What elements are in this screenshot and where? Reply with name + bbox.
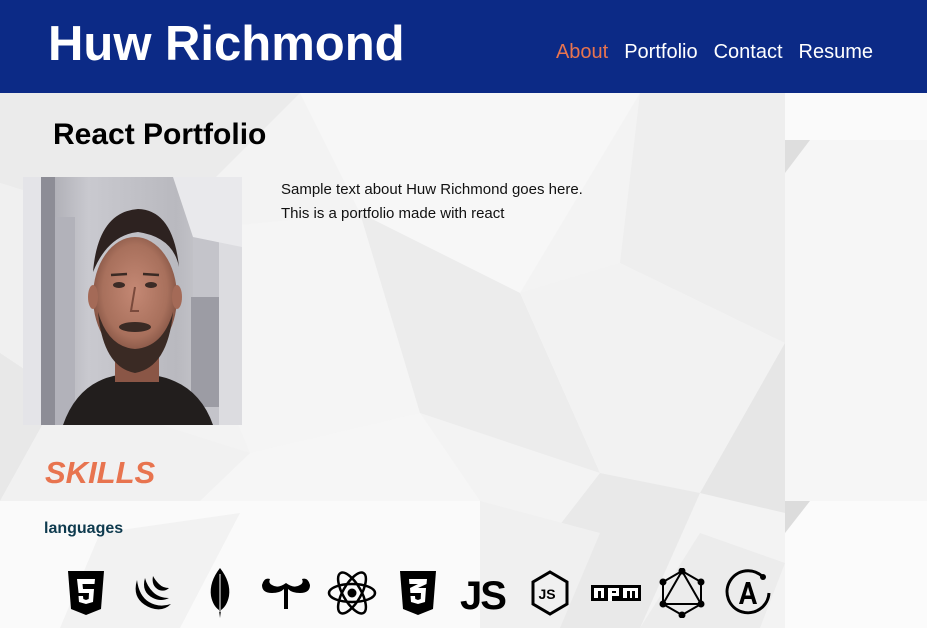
html5-icon [60, 567, 112, 619]
about-text: Sample text about Huw Richmond goes here… [281, 178, 801, 226]
nav-contact[interactable]: Contact [714, 38, 783, 66]
main-nav: About Portfolio Contact Resume [556, 38, 873, 66]
graphql-icon [656, 567, 708, 619]
nodejs-icon: JS [524, 567, 576, 619]
site-title: Huw Richmond [48, 17, 405, 71]
skills-icons: JS JS [60, 567, 788, 619]
site-header: Huw Richmond About Portfolio Contact Res… [0, 0, 927, 93]
profile-photo [23, 177, 242, 425]
nav-about[interactable]: About [556, 38, 608, 66]
jquery-icon [128, 567, 180, 619]
about-section: React Portfolio Sample text about Huw Ri… [0, 93, 927, 628]
css3-icon [392, 567, 444, 619]
apollo-icon [722, 567, 774, 619]
mongodb-icon [194, 567, 246, 619]
svg-text:JS: JS [539, 586, 556, 602]
about-text-line: This is a portfolio made with react [281, 205, 505, 222]
skills-category: languages [44, 520, 124, 537]
npm-icon [590, 567, 642, 619]
skills-title: SKILLS [45, 455, 156, 490]
nav-resume[interactable]: Resume [799, 38, 873, 66]
react-icon [326, 567, 378, 619]
javascript-icon: JS [458, 567, 510, 619]
svg-text:JS: JS [460, 574, 506, 613]
section-title: React Portfolio [53, 118, 267, 151]
nav-portfolio[interactable]: Portfolio [624, 38, 697, 66]
about-text-line: Sample text about Huw Richmond goes here… [281, 181, 583, 198]
handlebars-icon [260, 567, 312, 619]
